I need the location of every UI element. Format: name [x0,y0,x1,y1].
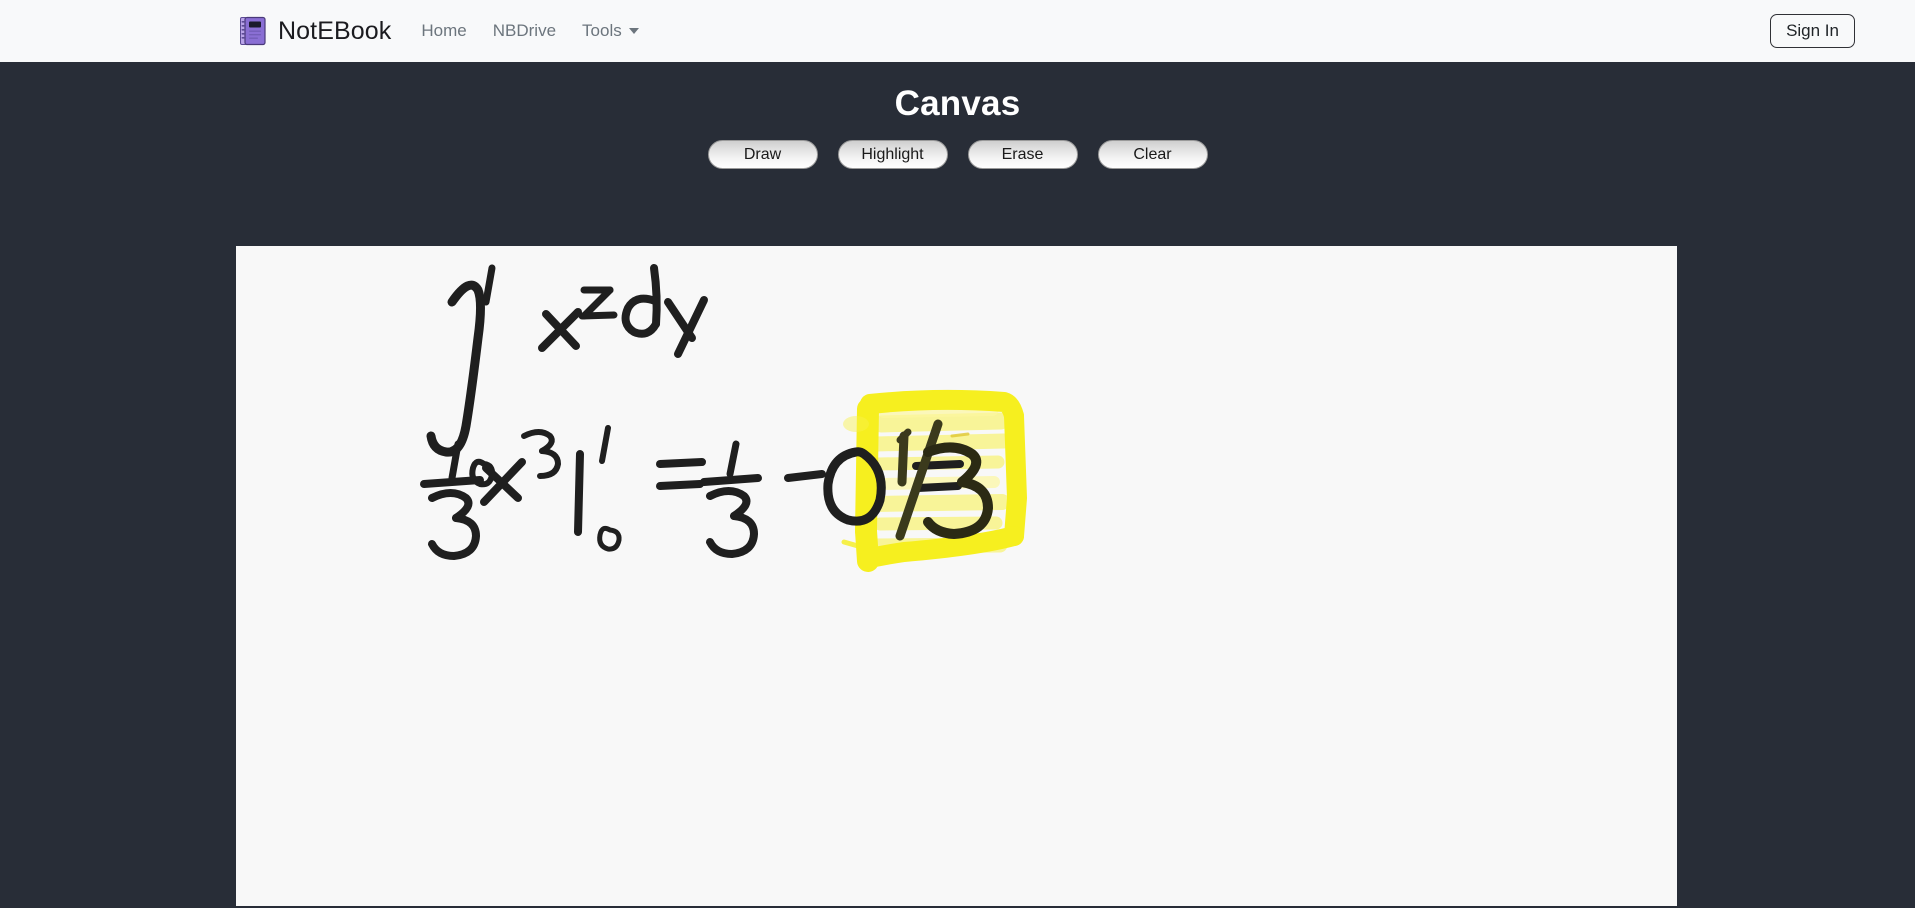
notebook-icon [240,16,266,46]
nav-links: Home NBDrive Tools [421,21,639,41]
brand-logo[interactable]: NotEBook [240,16,391,46]
nav-link-nbdrive-label: NBDrive [492,21,557,40]
brand-title: NotEBook [278,16,392,45]
top-navbar: NotEBook Home NBDrive Tools Sign In [0,0,1915,62]
nav-link-home-label: Home [421,21,467,40]
ink-equation-line-1 [426,264,708,488]
draw-tool-button[interactable]: Draw [707,140,818,169]
nav-link-nbdrive[interactable]: NBDrive [493,21,556,41]
nav-link-tools[interactable]: Tools [582,21,639,41]
chevron-down-icon [628,28,639,34]
nav-link-tools-label: Tools [582,21,622,40]
highlight-tool-button[interactable]: Highlight [837,140,948,169]
nav-link-home[interactable]: Home [421,21,466,41]
sign-in-button[interactable]: Sign In [1770,14,1855,48]
drawing-canvas[interactable] [236,246,1677,906]
signin-container: Sign In [1770,14,1855,48]
page-title: Canvas [894,84,1021,123]
canvas-ink-layer [420,264,1027,572]
main-content: Canvas Draw Highlight Erase Clear [0,62,1915,908]
clear-tool-button[interactable]: Clear [1097,140,1208,169]
highlight-strokes [841,389,1027,572]
erase-tool-button[interactable]: Erase [967,140,1078,169]
drawing-toolbar: Draw Highlight Erase Clear [0,140,1915,169]
